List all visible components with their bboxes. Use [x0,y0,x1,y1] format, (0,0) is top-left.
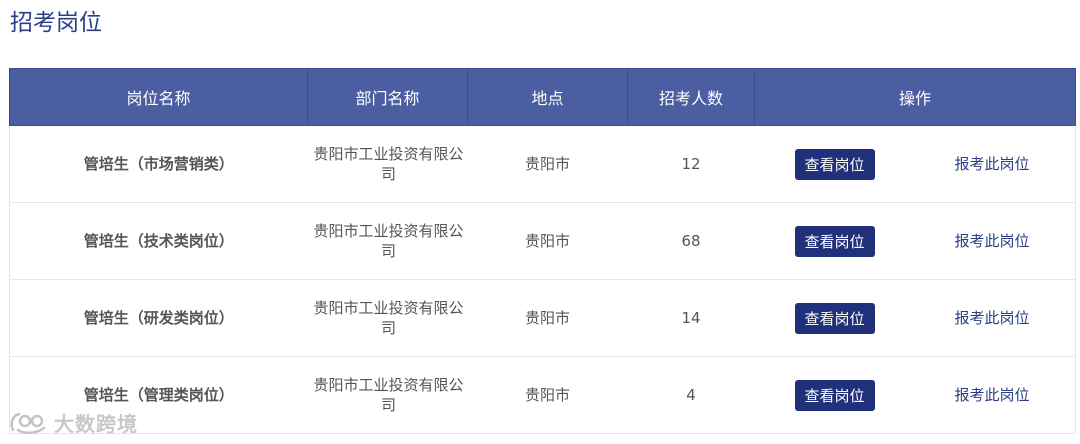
job-name: 管培生（技术类岗位） [9,202,308,280]
header-count: 招考人数 [627,68,755,126]
location: 贵阳市 [467,356,628,434]
job-name: 管培生（市场营销类） [9,125,308,203]
table-row: 管培生（研发类岗位） 贵阳市工业投资有限公司 贵阳市 14 查看岗位 报考此岗位 [9,279,1076,357]
page: 招考岗位 岗位名称 部门名称 地点 招考人数 操作 管培生（市场营销类） 贵阳市… [0,0,1080,444]
job-name: 管培生（研发类岗位） [9,279,308,357]
view-job-button[interactable]: 查看岗位 [794,303,875,334]
actions-cell: 查看岗位 报考此岗位 [754,125,1076,203]
dept-name: 贵阳市工业投资有限公司 [313,222,464,260]
location: 贵阳市 [467,279,628,357]
header-job-name: 岗位名称 [9,68,308,126]
actions-cell: 查看岗位 报考此岗位 [754,202,1076,280]
table-row: 管培生（管理类岗位） 贵阳市工业投资有限公司 贵阳市 4 查看岗位 报考此岗位 [9,356,1076,434]
watermark-text: 大数跨境 [54,412,138,436]
dept-name: 贵阳市工业投资有限公司 [313,376,464,414]
apply-job-link[interactable]: 报考此岗位 [955,308,1030,328]
apply-job-link[interactable]: 报考此岗位 [955,231,1030,251]
recruit-count: 68 [627,202,755,280]
section-title: 招考岗位 [10,10,102,36]
dept-name: 贵阳市工业投资有限公司 [313,145,464,183]
dept-cell: 贵阳市工业投资有限公司 [307,125,468,203]
header-location: 地点 [467,68,628,126]
recruit-count: 12 [627,125,755,203]
table-row: 管培生（市场营销类） 贵阳市工业投资有限公司 贵阳市 12 查看岗位 报考此岗位 [9,125,1076,203]
watermark: 大数跨境 [8,408,138,437]
actions-cell: 查看岗位 报考此岗位 [754,356,1076,434]
header-actions: 操作 [754,68,1076,126]
recruit-count: 4 [627,356,755,434]
apply-job-link[interactable]: 报考此岗位 [955,385,1030,405]
jobs-table: 岗位名称 部门名称 地点 招考人数 操作 管培生（市场营销类） 贵阳市工业投资有… [9,68,1076,434]
apply-job-link[interactable]: 报考此岗位 [955,154,1030,174]
view-job-button[interactable]: 查看岗位 [794,380,875,411]
dept-cell: 贵阳市工业投资有限公司 [307,202,468,280]
recruit-count: 14 [627,279,755,357]
location: 贵阳市 [467,202,628,280]
dept-cell: 贵阳市工业投资有限公司 [307,279,468,357]
view-job-button[interactable]: 查看岗位 [794,226,875,257]
dept-cell: 贵阳市工业投资有限公司 [307,356,468,434]
dept-name: 贵阳市工业投资有限公司 [313,299,464,337]
actions-cell: 查看岗位 报考此岗位 [754,279,1076,357]
table-header-row: 岗位名称 部门名称 地点 招考人数 操作 [9,68,1076,126]
watermark-logo-icon [10,412,46,434]
location: 贵阳市 [467,125,628,203]
table-row: 管培生（技术类岗位） 贵阳市工业投资有限公司 贵阳市 68 查看岗位 报考此岗位 [9,202,1076,280]
header-dept-name: 部门名称 [307,68,468,126]
view-job-button[interactable]: 查看岗位 [794,149,875,180]
